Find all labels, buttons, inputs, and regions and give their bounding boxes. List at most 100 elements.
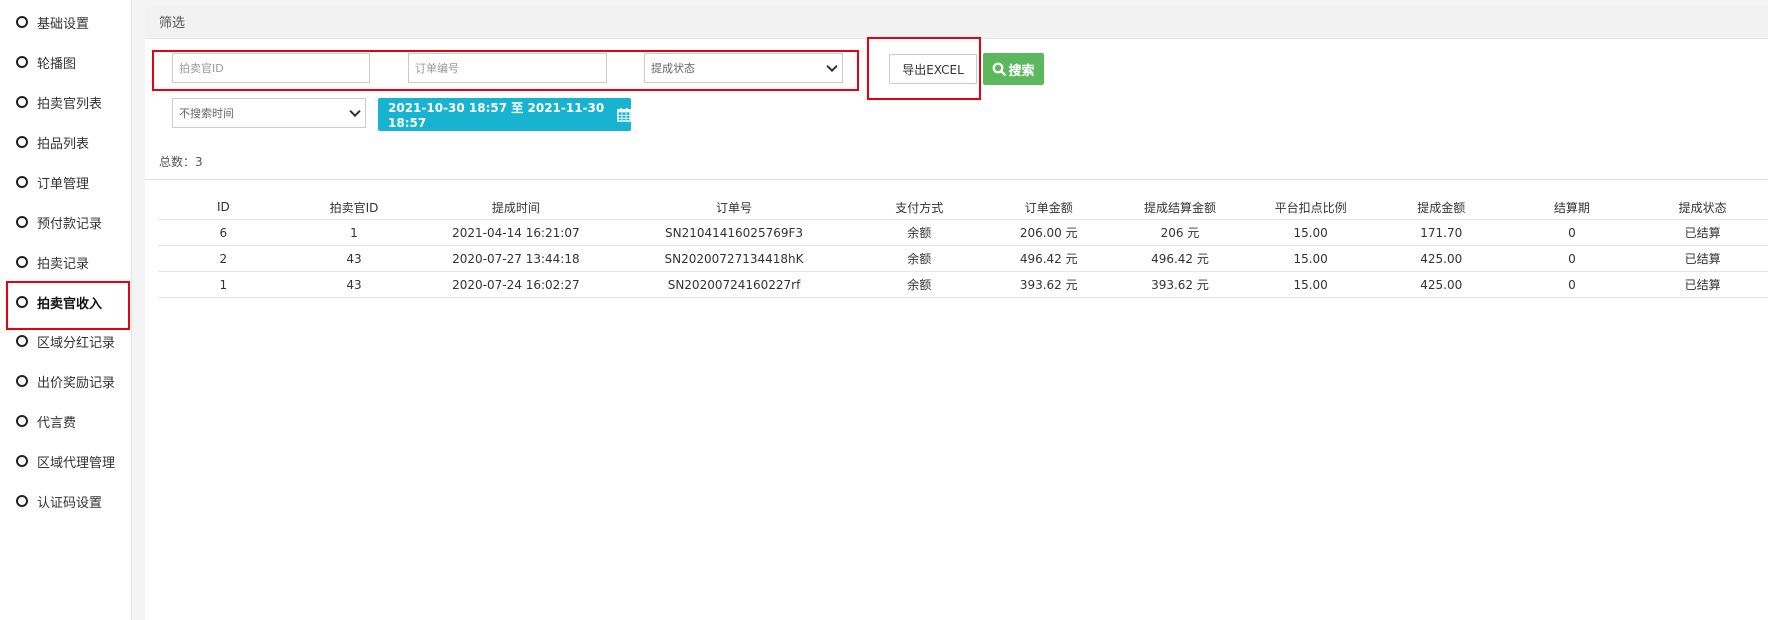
sidebar-item-label: 拍卖官列表 — [37, 96, 103, 112]
calendar-icon — [617, 107, 631, 122]
chevron-down-icon — [826, 60, 838, 73]
cell-commission-amount: 425.00 — [1375, 271, 1507, 298]
sidebar-item-auction-records[interactable]: 拍卖记录 — [0, 242, 131, 282]
sidebar-item-label: 认证码设置 — [37, 495, 103, 511]
status-select[interactable]: 提成状态 — [644, 53, 843, 83]
sidebar-item-lot-list[interactable]: 拍品列表 — [0, 122, 131, 162]
cell-order-no: SN20200727134418hK — [612, 245, 856, 272]
circle-icon — [16, 335, 28, 347]
sidebar-item-regional-agent-management[interactable]: 区域代理管理 — [0, 441, 131, 481]
table-header-row: ID 拍卖官ID 提成时间 订单号 支付方式 订单金额 提成结算金额 平台扣点比… — [158, 195, 1768, 220]
export-excel-label: 导出EXCEL — [902, 62, 964, 77]
chevron-down-icon — [349, 105, 361, 118]
order-no-placeholder: 订单编号 — [415, 62, 459, 75]
cell-order-amount: 496.42 元 — [982, 245, 1115, 272]
sidebar-item-label: 订单管理 — [37, 176, 90, 192]
sidebar-item-basic-settings[interactable]: 基础设置 — [0, 2, 131, 42]
cell-payment-method: 余额 — [855, 271, 983, 298]
sidebar-item-label: 拍卖官收入 — [37, 296, 103, 312]
circle-icon — [16, 455, 28, 467]
sidebar-item-label: 区域代理管理 — [37, 455, 116, 471]
cell-settlement-period: 0 — [1506, 245, 1638, 272]
sidebar-item-label: 区域分红记录 — [37, 335, 116, 351]
cell-auctioneer-id: 43 — [288, 245, 420, 272]
auctioneer-id-placeholder: 拍卖官ID — [179, 62, 224, 75]
sidebar-item-regional-dividend-records[interactable]: 区域分红记录 — [0, 321, 131, 361]
sidebar-item-label: 预付款记录 — [37, 216, 103, 232]
table-row: 1 43 2020-07-24 16:02:27 SN2020072416022… — [158, 271, 1768, 298]
sidebar: 基础设置 轮播图 拍卖官列表 拍品列表 订单管理 预付款记录 拍卖记录 拍卖官收… — [0, 0, 132, 620]
cell-order-amount: 206.00 元 — [982, 219, 1115, 246]
time-select-value: 不搜索时间 — [179, 107, 234, 120]
sidebar-item-endorsement-fee[interactable]: 代言费 — [0, 401, 131, 441]
cell-commission-time: 2020-07-27 13:44:18 — [419, 245, 613, 272]
sidebar-item-label: 基础设置 — [37, 16, 90, 32]
column-header: 结算期 — [1506, 195, 1638, 220]
export-excel-button[interactable]: 导出EXCEL — [889, 54, 977, 84]
column-header: 订单金额 — [982, 195, 1115, 220]
search-button[interactable]: 搜索 — [983, 53, 1044, 85]
column-header: 订单号 — [612, 195, 856, 220]
circle-icon — [16, 216, 28, 228]
divider — [145, 179, 1768, 180]
sidebar-item-auth-code-settings[interactable]: 认证码设置 — [0, 481, 131, 521]
filter-title: 筛选 — [159, 16, 186, 31]
cell-commission-status: 已结算 — [1637, 245, 1768, 272]
column-header: 提成状态 — [1637, 195, 1768, 220]
cell-order-no: SN20200724160227rf — [612, 271, 856, 298]
cell-commission-status: 已结算 — [1637, 271, 1768, 298]
sidebar-item-auctioneer-income[interactable]: 拍卖官收入 — [0, 282, 131, 322]
cell-id: 6 — [158, 219, 289, 246]
cell-platform-rate: 15.00 — [1245, 219, 1376, 246]
search-icon — [993, 62, 1007, 76]
date-range-button[interactable]: 2021-10-30 18:57 至 2021-11-30 18:57 — [378, 98, 631, 131]
date-range-label: 2021-10-30 18:57 至 2021-11-30 18:57 — [388, 101, 605, 130]
cell-platform-rate: 15.00 — [1245, 271, 1376, 298]
sidebar-item-label: 出价奖励记录 — [37, 375, 116, 391]
column-header: 拍卖官ID — [288, 195, 420, 220]
circle-icon — [16, 136, 28, 148]
sidebar-item-carousel[interactable]: 轮播图 — [0, 42, 131, 82]
auctioneer-id-input[interactable]: 拍卖官ID — [172, 53, 370, 83]
table-row: 6 1 2021-04-14 16:21:07 SN21041416025769… — [158, 219, 1768, 246]
cell-auctioneer-id: 43 — [288, 271, 420, 298]
total-count: 总数：3 — [159, 155, 203, 169]
sidebar-item-label: 轮播图 — [37, 56, 77, 72]
cell-order-amount: 393.62 元 — [982, 271, 1115, 298]
sidebar-item-order-management[interactable]: 订单管理 — [0, 162, 131, 202]
column-header: 提成金额 — [1375, 195, 1507, 220]
cell-commission-time: 2021-04-14 16:21:07 — [419, 219, 613, 246]
sidebar-item-bid-reward-records[interactable]: 出价奖励记录 — [0, 361, 131, 401]
circle-icon — [16, 256, 28, 268]
cell-id: 2 — [158, 245, 289, 272]
circle-icon — [16, 176, 28, 188]
cell-settlement-period: 0 — [1506, 271, 1638, 298]
column-header: 提成时间 — [419, 195, 613, 220]
sidebar-item-prepayment-records[interactable]: 预付款记录 — [0, 202, 131, 242]
cell-settlement-period: 0 — [1506, 219, 1638, 246]
order-no-input[interactable]: 订单编号 — [408, 53, 607, 83]
cell-payment-method: 余额 — [855, 245, 983, 272]
circle-icon — [16, 96, 28, 108]
column-header: 支付方式 — [855, 195, 983, 220]
column-header: 提成结算金额 — [1114, 195, 1246, 220]
cell-payment-method: 余额 — [855, 219, 983, 246]
time-select[interactable]: 不搜索时间 — [172, 98, 366, 128]
circle-icon — [16, 415, 28, 427]
sidebar-item-label: 拍卖记录 — [37, 256, 90, 272]
cell-commission-amount: 425.00 — [1375, 245, 1507, 272]
cell-order-no: SN21041416025769F3 — [612, 219, 856, 246]
sidebar-item-label: 代言费 — [37, 415, 77, 431]
table-row: 2 43 2020-07-27 13:44:18 SN2020072713441… — [158, 245, 1768, 272]
cell-auctioneer-id: 1 — [288, 219, 420, 246]
sidebar-item-auctioneer-list[interactable]: 拍卖官列表 — [0, 82, 131, 122]
cell-settlement-amount: 393.62 元 — [1114, 271, 1246, 298]
filter-header: 筛选 — [145, 5, 1768, 39]
search-label: 搜索 — [1008, 63, 1035, 79]
circle-icon — [16, 16, 28, 28]
cell-settlement-amount: 206 元 — [1114, 219, 1246, 246]
cell-commission-time: 2020-07-24 16:02:27 — [419, 271, 613, 298]
circle-icon — [16, 495, 28, 507]
cell-platform-rate: 15.00 — [1245, 245, 1376, 272]
cell-settlement-amount: 496.42 元 — [1114, 245, 1246, 272]
